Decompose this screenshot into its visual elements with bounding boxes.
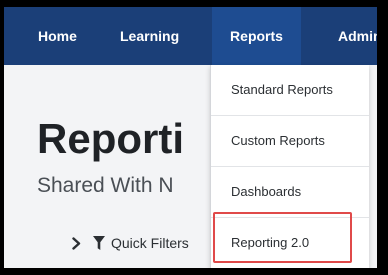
nav-learning[interactable]: Learning: [120, 7, 179, 65]
nav-admin[interactable]: Admin: [338, 7, 377, 65]
page-content-edge: [368, 65, 377, 268]
nav-reports[interactable]: Reports: [212, 7, 301, 65]
reports-dropdown-menu: Standard Reports Custom Reports Dashboar…: [210, 65, 369, 268]
quick-filters-label: Quick Filters: [111, 235, 189, 251]
top-navbar: Home Learning Reports Admin: [4, 7, 377, 65]
quick-filters-toggle[interactable]: Quick Filters: [72, 233, 189, 253]
app-window: Home Learning Reports Admin Reporti Shar…: [4, 7, 377, 268]
menu-item-dashboards[interactable]: Dashboards: [211, 167, 369, 217]
nav-home[interactable]: Home: [38, 7, 77, 65]
menu-item-standard-reports[interactable]: Standard Reports: [211, 65, 369, 115]
menu-item-reporting-2-0[interactable]: Reporting 2.0: [211, 218, 369, 268]
menu-item-custom-reports[interactable]: Custom Reports: [211, 116, 369, 166]
page-subtitle: Shared With N: [37, 174, 174, 197]
chevron-right-icon: [72, 236, 81, 250]
page-title: Reporti: [37, 115, 184, 162]
filter-funnel-icon: [93, 236, 105, 250]
